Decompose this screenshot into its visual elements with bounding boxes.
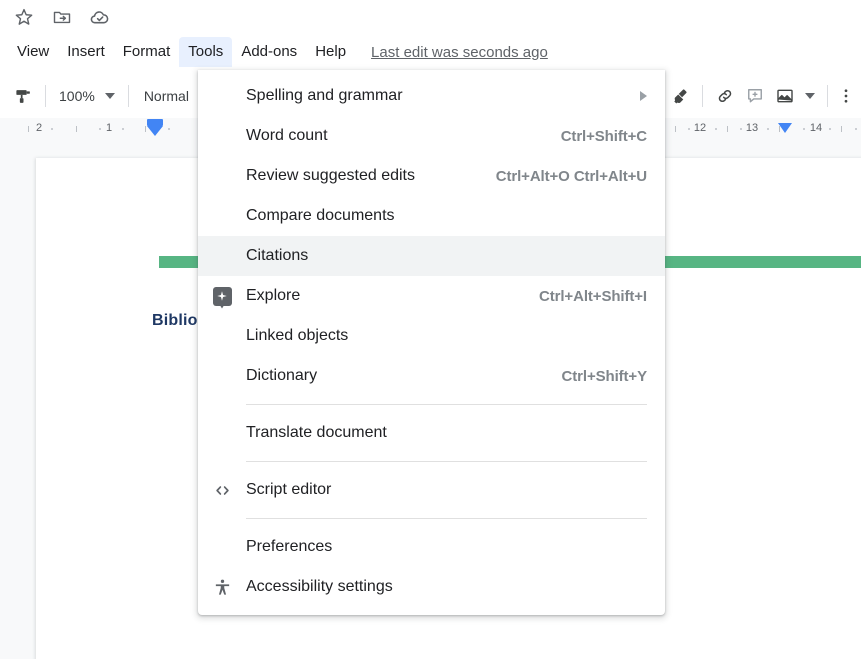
menubar-item-help[interactable]: Help — [306, 37, 355, 67]
menu-item-label: Accessibility settings — [246, 578, 647, 596]
menu-item-shortcut: Ctrl+Alt+O Ctrl+Alt+U — [496, 168, 647, 185]
left-indent-marker[interactable] — [147, 119, 163, 126]
menu-separator — [246, 404, 647, 405]
menu-item-word-count[interactable]: Word count Ctrl+Shift+C — [198, 116, 665, 156]
menu-item-label: Citations — [246, 247, 647, 265]
toolbar-divider — [128, 85, 129, 107]
accessibility-icon — [198, 578, 246, 597]
insert-image-icon[interactable] — [770, 81, 800, 111]
menu-item-shortcut: Ctrl+Shift+C — [561, 128, 647, 145]
menubar-item-tools[interactable]: Tools — [179, 37, 232, 67]
menu-item-label: Preferences — [246, 538, 647, 556]
menu-item-explore[interactable]: Explore Ctrl+Alt+Shift+I — [198, 276, 665, 316]
insert-link-icon[interactable] — [710, 81, 740, 111]
menu-item-linked-objects[interactable]: Linked objects — [198, 316, 665, 356]
menu-item-label: Script editor — [246, 481, 647, 499]
menu-item-translate-document[interactable]: Translate document — [198, 413, 665, 453]
menu-item-compare-documents[interactable]: Compare documents — [198, 196, 665, 236]
toolbar-divider — [45, 85, 46, 107]
highlight-color-icon[interactable] — [665, 81, 695, 111]
menu-item-label: Compare documents — [246, 207, 647, 225]
menubar-item-format[interactable]: Format — [114, 37, 180, 67]
cloud-saved-icon[interactable] — [88, 5, 112, 29]
more-options-icon[interactable] — [835, 81, 857, 111]
menu-item-citations[interactable]: Citations — [198, 236, 665, 276]
menu-separator — [246, 461, 647, 462]
menu-separator — [246, 518, 647, 519]
ruler-label: 13 — [746, 122, 758, 134]
menu-item-preferences[interactable]: Preferences — [198, 527, 665, 567]
menu-item-accessibility-settings[interactable]: Accessibility settings — [198, 567, 665, 607]
google-docs-window: View Insert Format Tools Add-ons Help La… — [0, 0, 861, 659]
menu-item-label: Dictionary — [246, 367, 538, 385]
menubar-item-addons[interactable]: Add-ons — [232, 37, 306, 67]
ruler-label: 1 — [106, 122, 112, 134]
toolbar-divider — [827, 85, 828, 107]
ruler-label: 14 — [810, 122, 822, 134]
menu-item-label: Explore — [246, 287, 515, 305]
menubar-item-insert[interactable]: Insert — [58, 37, 114, 67]
zoom-control[interactable]: 100% — [53, 82, 121, 110]
menubar-item-view[interactable]: View — [8, 37, 58, 67]
paragraph-style-dropdown[interactable]: Normal — [136, 82, 197, 110]
tools-dropdown-menu: Spelling and grammar Word count Ctrl+Shi… — [198, 70, 665, 615]
zoom-value: 100% — [59, 88, 95, 104]
move-to-folder-icon[interactable] — [50, 5, 74, 29]
right-indent-marker[interactable] — [778, 123, 792, 133]
toolbar-divider — [702, 85, 703, 107]
menu-item-label: Linked objects — [246, 327, 647, 345]
document-action-icons — [0, 0, 112, 34]
ruler-label: 2 — [36, 122, 42, 134]
menu-item-label: Word count — [246, 127, 537, 145]
code-brackets-icon — [198, 481, 246, 500]
menu-item-shortcut: Ctrl+Shift+Y — [562, 368, 647, 385]
explore-icon — [198, 287, 246, 306]
paint-format-icon[interactable] — [8, 81, 38, 111]
first-line-indent-marker[interactable] — [147, 126, 163, 136]
add-comment-icon[interactable] — [740, 81, 770, 111]
menu-bar: View Insert Format Tools Add-ons Help La… — [0, 34, 548, 70]
menu-item-dictionary[interactable]: Dictionary Ctrl+Shift+Y — [198, 356, 665, 396]
submenu-arrow-icon — [640, 91, 647, 101]
menu-item-review-suggested-edits[interactable]: Review suggested edits Ctrl+Alt+O Ctrl+A… — [198, 156, 665, 196]
chevron-down-icon — [105, 93, 115, 99]
menu-item-label: Spelling and grammar — [246, 87, 620, 105]
star-icon[interactable] — [12, 5, 36, 29]
menu-item-label: Review suggested edits — [246, 167, 472, 185]
menu-item-label: Translate document — [246, 424, 647, 442]
ruler-label: 12 — [694, 122, 706, 134]
menu-item-script-editor[interactable]: Script editor — [198, 470, 665, 510]
menu-item-shortcut: Ctrl+Alt+Shift+I — [539, 288, 647, 305]
insert-image-dropdown-icon[interactable] — [800, 81, 820, 111]
last-edit-status[interactable]: Last edit was seconds ago — [371, 44, 548, 61]
menu-item-spelling-and-grammar[interactable]: Spelling and grammar — [198, 76, 665, 116]
